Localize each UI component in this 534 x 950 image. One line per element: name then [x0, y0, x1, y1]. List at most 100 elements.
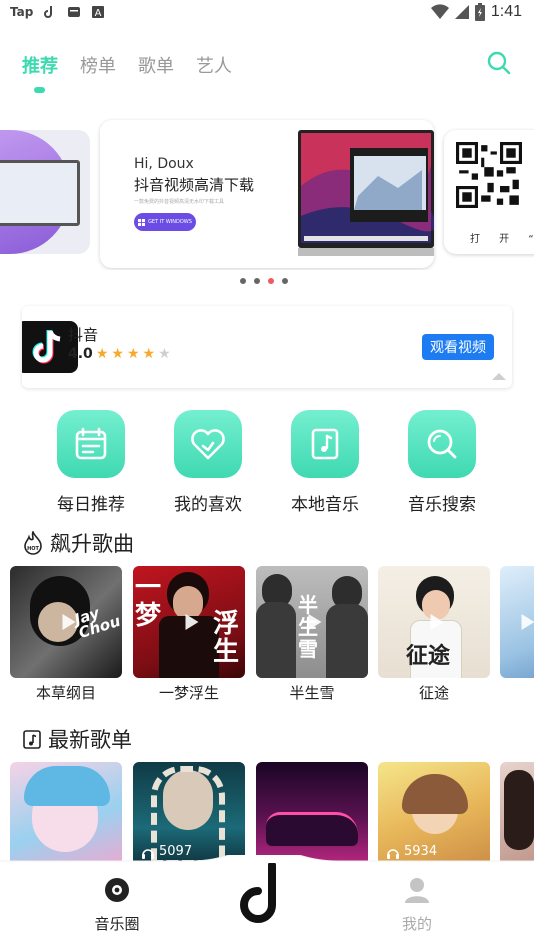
star-filled-icon: ★ — [95, 346, 109, 362]
active-tab-indicator — [34, 87, 45, 93]
quick-local-music[interactable]: 本地音乐 — [275, 410, 375, 515]
song-cover: Jay Chou — [10, 566, 122, 678]
tap-app-label: Tap — [10, 5, 34, 19]
status-bar: Tap A 1:41 — [0, 0, 534, 28]
user-profile-icon — [405, 878, 429, 903]
playlist-card[interactable]: 5934 — [378, 762, 490, 862]
music-file-icon — [311, 428, 339, 460]
carousel-dot-active[interactable] — [268, 278, 274, 284]
playlists-section-header: 最新歌单 — [22, 724, 132, 754]
trending-section-header: HOT 飙升歌曲 — [22, 528, 134, 558]
song-card[interactable]: Jay Chou 本草纲目 — [10, 566, 122, 703]
carousel-dots — [240, 278, 288, 284]
battery-icon — [474, 3, 485, 21]
watch-video-button[interactable]: 观看视频 — [422, 334, 494, 360]
cover-text: 一梦 — [135, 573, 162, 631]
nav-mine[interactable]: 我的 — [388, 877, 446, 934]
banner-greeting: Hi, Doux — [134, 156, 194, 172]
app-rating: 4.0 ★ ★ ★ ★ ★ — [68, 346, 171, 362]
tab-charts[interactable]: 榜单 — [80, 52, 116, 78]
cover-text: 征途 — [406, 643, 451, 669]
vinyl-record-icon — [105, 878, 129, 902]
song-label: 一梦浮生 — [158, 684, 219, 702]
get-it-windows-label: GET IT WINDOWS — [148, 219, 192, 225]
app-promo-card[interactable]: 抖音 4.0 ★ ★ ★ ★ ★ 观看视频 — [22, 306, 512, 388]
tiktok-notification-icon — [44, 6, 53, 18]
nav-music-circle[interactable]: 音乐圈 — [86, 877, 148, 934]
play-icon[interactable] — [308, 614, 322, 630]
song-card[interactable] — [500, 566, 534, 682]
calendar-icon — [75, 427, 107, 460]
star-filled-icon: ★ — [111, 346, 124, 362]
song-label: 本草纲目 — [35, 684, 96, 702]
rating-value: 4.0 — [68, 346, 93, 362]
svg-text:A: A — [95, 8, 102, 19]
get-it-windows-button[interactable]: GET IT WINDOWS — [134, 213, 196, 231]
tab-artists[interactable]: 艺人 — [196, 52, 232, 78]
song-card[interactable]: 半生雪 半生雪 — [256, 566, 368, 703]
banner-slide-next[interactable]: 打 开 “ 微 — [444, 130, 534, 254]
svg-text:HOT: HOT — [27, 546, 39, 552]
playlist-card[interactable]: 5097 — [133, 762, 245, 862]
app-logo-center-button[interactable] — [236, 863, 292, 925]
quick-my-favorites[interactable]: 我的喜欢 — [158, 410, 258, 515]
nav-label: 我的 — [401, 915, 432, 933]
banner-slide-current[interactable]: Hi, Doux 抖音视频高清下载 一款免费的抖音视频高清无水印下载工具 GET… — [100, 120, 434, 268]
song-cover — [500, 566, 534, 678]
hot-flame-icon: HOT — [24, 531, 42, 555]
qr-caption: 打 开 “ 微 — [470, 234, 534, 245]
search-icon[interactable] — [486, 50, 512, 76]
star-filled-icon: ★ — [126, 346, 140, 362]
song-card[interactable]: 征途 征途 — [378, 566, 490, 703]
song-label: 半生雪 — [289, 684, 335, 702]
quick-label: 我的喜欢 — [174, 495, 242, 515]
cover-text: 浮生 — [213, 609, 240, 667]
play-icon[interactable] — [430, 614, 444, 630]
windows-logo-icon — [138, 218, 146, 226]
playlists-title: 最新歌单 — [48, 728, 132, 752]
top-tabs: 推荐 榜单 歌单 艺人 — [22, 52, 232, 78]
star-filled-icon: ★ — [142, 346, 156, 362]
quick-daily-recommend[interactable]: 每日推荐 — [41, 410, 141, 515]
playlist-card[interactable] — [500, 762, 534, 862]
quick-label: 每日推荐 — [57, 495, 125, 515]
play-icon[interactable] — [521, 614, 534, 630]
tab-playlists[interactable]: 歌单 — [138, 52, 174, 78]
quick-label: 本地音乐 — [291, 495, 359, 515]
star-empty-icon: ★ — [158, 346, 171, 362]
heart-icon — [191, 429, 225, 460]
clock: 1:41 — [490, 3, 522, 20]
music-list-icon — [23, 730, 41, 749]
play-icon[interactable] — [62, 614, 76, 630]
signal-icon — [454, 5, 469, 19]
carousel-dot[interactable] — [240, 278, 246, 284]
nav-label: 音乐圈 — [94, 915, 140, 933]
trending-songs-row: Jay Chou 本草纲目 一梦 浮生 一梦浮生 半生雪 半生雪 征途 征途 — [0, 566, 534, 706]
song-label: 征途 — [418, 684, 449, 702]
song-card[interactable]: 一梦 浮生 一梦浮生 — [133, 566, 245, 703]
tiktok-logo-icon — [32, 330, 61, 364]
message-notification-icon — [68, 7, 81, 17]
playlists-row: 5097 5934 — [0, 762, 534, 862]
carousel-dot[interactable] — [254, 278, 260, 284]
song-cover: 一梦 浮生 — [133, 566, 245, 678]
song-cover: 征途 — [378, 566, 490, 678]
trending-title: 飙升歌曲 — [50, 532, 134, 556]
banner-subtitle: 一款免费的抖音视频高清无水印下载工具 — [134, 199, 225, 205]
banner-carousel[interactable]: Hi, Doux 抖音视频高清下载 一款免费的抖音视频高清无水印下载工具 GET… — [0, 118, 534, 270]
quick-music-search[interactable]: 音乐搜索 — [392, 410, 492, 515]
app-name: 抖音 — [68, 326, 99, 344]
song-cover: 半生雪 — [256, 566, 368, 678]
playlist-card[interactable] — [256, 762, 368, 862]
tab-recommend[interactable]: 推荐 — [22, 52, 58, 78]
quick-label: 音乐搜索 — [408, 495, 476, 515]
laptop-illustration — [298, 130, 434, 256]
ad-marker-icon — [492, 373, 506, 380]
carousel-dot[interactable] — [282, 278, 288, 284]
playlist-card[interactable] — [10, 762, 122, 862]
banner-slide-previous[interactable] — [0, 130, 90, 254]
search-icon — [427, 429, 457, 459]
wifi-icon — [430, 4, 449, 20]
bottom-nav: 音乐圈 我的 — [0, 855, 534, 950]
play-icon[interactable] — [185, 614, 199, 630]
